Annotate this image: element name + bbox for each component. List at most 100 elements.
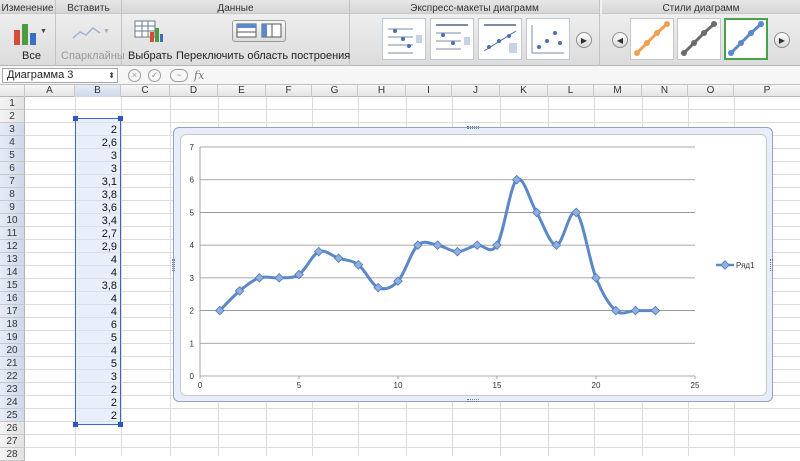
row-header[interactable]: 2 (0, 110, 25, 123)
cell-value[interactable]: 3,8 (75, 189, 119, 202)
row-header[interactable]: 7 (0, 175, 25, 188)
gray-line-style-icon (681, 21, 717, 56)
row-header[interactable]: 12 (0, 240, 25, 253)
layout-4-icon (531, 25, 564, 54)
row-header[interactable]: 15 (0, 279, 25, 292)
cell-value[interactable]: 4 (75, 345, 119, 358)
cell-value[interactable]: 4 (75, 293, 119, 306)
column-header-f[interactable]: F (266, 85, 312, 97)
range-handle-top-left[interactable] (73, 116, 78, 121)
cell-value[interactable]: 3 (75, 163, 119, 176)
chart-type-all-button[interactable]: ▼ Все (8, 18, 48, 62)
select-all-corner[interactable] (0, 85, 25, 97)
layout-thumb-2[interactable] (430, 18, 474, 60)
layout-thumb-3[interactable] (478, 18, 522, 60)
column-header-d[interactable]: D (170, 85, 218, 97)
column-header-n[interactable]: N (642, 85, 688, 97)
row-header[interactable]: 1 (0, 97, 25, 110)
cancel-icon[interactable]: × (128, 69, 141, 82)
row-header[interactable]: 27 (0, 435, 25, 448)
styles-prev-button[interactable]: ◀ (612, 32, 628, 48)
group-layouts: Экспресс-макеты диаграмм ▶ (350, 0, 600, 66)
chart-resize-handle-left[interactable] (172, 259, 175, 271)
cell-value[interactable]: 3 (75, 371, 119, 384)
chart-resize-handle-bottom[interactable] (467, 399, 479, 402)
style-thumb-blue-selected[interactable] (724, 18, 768, 60)
cell-value[interactable]: 5 (75, 332, 119, 345)
range-handle-top-right[interactable] (118, 116, 123, 121)
function-wizard-icon[interactable]: ~ (170, 69, 188, 82)
row-header[interactable]: 16 (0, 292, 25, 305)
row-header[interactable]: 5 (0, 149, 25, 162)
style-thumb-gray[interactable] (677, 18, 721, 60)
cell-value[interactable]: 2 (75, 397, 119, 410)
cell-value[interactable]: 2,7 (75, 228, 119, 241)
column-header-e[interactable]: E (218, 85, 266, 97)
row-header[interactable]: 14 (0, 266, 25, 279)
cell-value[interactable]: 3 (75, 150, 119, 163)
row-header[interactable]: 28 (0, 448, 25, 461)
formula-input[interactable] (212, 68, 798, 83)
cell-value[interactable]: 4 (75, 267, 119, 280)
row-header[interactable]: 10 (0, 214, 25, 227)
row-header[interactable]: 18 (0, 318, 25, 331)
name-box[interactable]: Диаграмма 3 ⬍ (2, 68, 118, 83)
cell-value[interactable]: 6 (75, 319, 119, 332)
row-header[interactable]: 25 (0, 409, 25, 422)
cell-value[interactable]: 3,8 (75, 280, 119, 293)
line-chart[interactable]: 0 1 2 3 4 5 6 7 0 5 10 15 20 25 Ряд1 (180, 134, 767, 396)
cell-value[interactable]: 2,6 (75, 137, 119, 150)
row-header[interactable]: 21 (0, 357, 25, 370)
cell-value[interactable]: 4 (75, 254, 119, 267)
sparklines-button[interactable]: ▼ Спарклайны (58, 18, 125, 62)
column-header-p[interactable]: P (734, 85, 800, 97)
row-header[interactable]: 20 (0, 344, 25, 357)
select-data-button[interactable]: Выбрать (126, 18, 172, 62)
row-header[interactable]: 9 (0, 201, 25, 214)
cell-value[interactable]: 3,4 (75, 215, 119, 228)
row-header[interactable]: 24 (0, 396, 25, 409)
row-header[interactable]: 17 (0, 305, 25, 318)
layouts-next-button[interactable]: ▶ (576, 32, 592, 48)
cell-value[interactable]: 2 (75, 410, 119, 423)
layout-thumb-4[interactable] (526, 18, 570, 60)
cell-value[interactable]: 2 (75, 124, 119, 137)
column-header-g[interactable]: G (312, 85, 358, 97)
column-header-j[interactable]: J (452, 85, 500, 97)
style-thumb-orange[interactable] (630, 18, 674, 60)
row-header[interactable]: 6 (0, 162, 25, 175)
cell-value[interactable]: 2 (75, 384, 119, 397)
columns-icon (261, 23, 282, 38)
column-header-m[interactable]: M (594, 85, 642, 97)
column-header-i[interactable]: I (406, 85, 452, 97)
row-header[interactable]: 19 (0, 331, 25, 344)
chart-resize-handle-top[interactable] (467, 126, 479, 129)
row-header[interactable]: 4 (0, 136, 25, 149)
cell-value[interactable]: 2,9 (75, 241, 119, 254)
chart-resize-handle-right[interactable] (770, 259, 773, 271)
cell-value[interactable]: 3,6 (75, 202, 119, 215)
layout-2-icon (436, 24, 470, 50)
updown-arrows-icon[interactable]: ⬍ (108, 69, 115, 82)
row-header[interactable]: 11 (0, 227, 25, 240)
cell-value[interactable]: 3,1 (75, 176, 119, 189)
column-header-o[interactable]: O (688, 85, 734, 97)
row-header[interactable]: 23 (0, 383, 25, 396)
column-header-b[interactable]: B (75, 85, 121, 97)
layout-thumb-1[interactable] (382, 18, 426, 60)
confirm-icon[interactable]: ✓ (148, 69, 161, 82)
styles-next-button[interactable]: ▶ (774, 32, 790, 48)
row-header[interactable]: 13 (0, 253, 25, 266)
row-header[interactable]: 3 (0, 123, 25, 136)
column-header-c[interactable]: C (121, 85, 170, 97)
switch-row-column-toggle[interactable] (232, 20, 286, 42)
row-header[interactable]: 22 (0, 370, 25, 383)
cell-value[interactable]: 5 (75, 358, 119, 371)
column-header-h[interactable]: H (358, 85, 406, 97)
row-header[interactable]: 26 (0, 422, 25, 435)
column-header-l[interactable]: L (548, 85, 594, 97)
column-header-k[interactable]: K (500, 85, 548, 97)
row-header[interactable]: 8 (0, 188, 25, 201)
cell-value[interactable]: 4 (75, 306, 119, 319)
column-header-a[interactable]: A (25, 85, 75, 97)
